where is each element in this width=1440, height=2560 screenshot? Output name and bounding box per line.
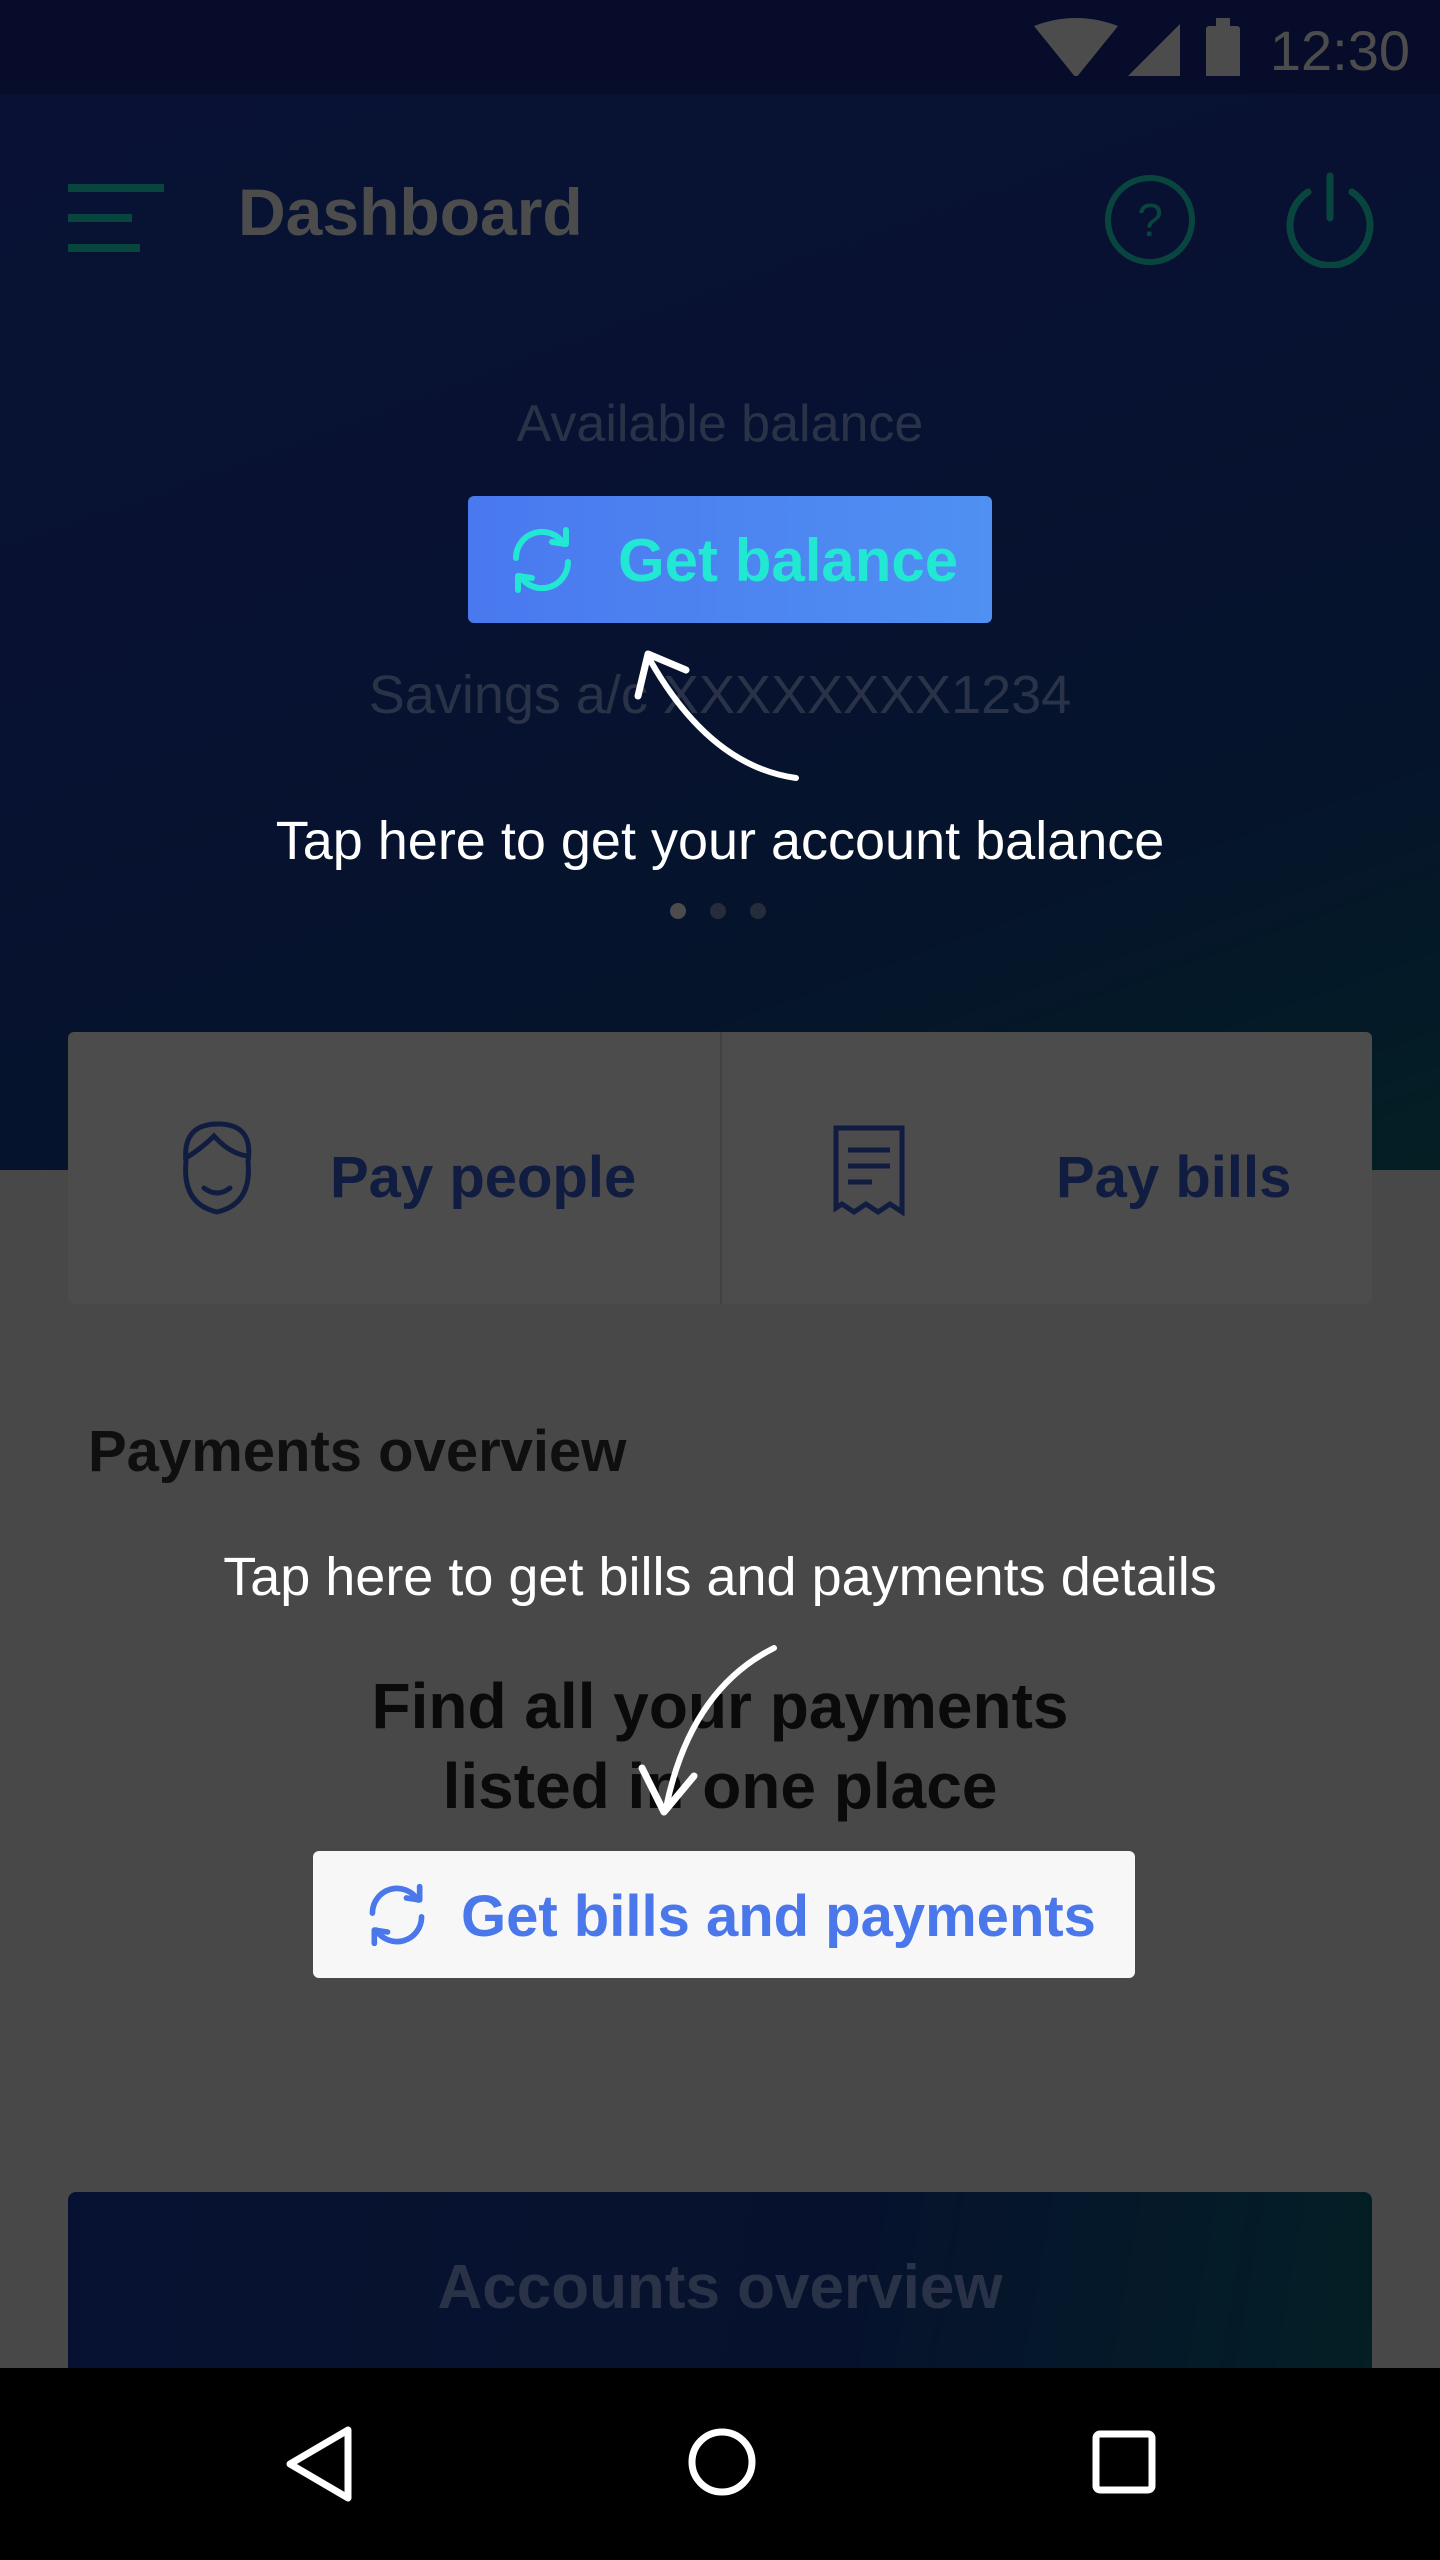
payments-overview-title: Payments overview: [88, 1419, 627, 1484]
svg-text:?: ?: [1137, 194, 1163, 246]
refresh-icon: [512, 527, 572, 593]
coachmark-arrow-up-icon: [634, 650, 799, 781]
battery-icon: [1206, 18, 1240, 76]
pager-dots: [670, 903, 780, 919]
get-balance-label: Get balance: [618, 527, 959, 594]
back-icon[interactable]: [282, 2424, 358, 2504]
available-balance-label: Available balance: [516, 395, 924, 453]
balance-coachmark-text: Tap here to get your account balance: [275, 811, 1165, 871]
pay-bills-button[interactable]: Pay bills: [722, 1032, 1372, 1304]
get-balance-button[interactable]: Get balance: [468, 496, 992, 623]
system-nav-bar: [0, 2368, 1440, 2560]
get-bills-and-payments-label: Get bills and payments: [461, 1884, 1096, 1949]
pay-people-button[interactable]: Pay people: [68, 1032, 720, 1304]
pay-bills-label: Pay bills: [1056, 1145, 1292, 1210]
status-bar: 12:30: [0, 0, 1440, 94]
screen: 12:30 Dashboard ? Available balance Savi…: [0, 0, 1440, 2560]
signal-icon: [1128, 24, 1180, 76]
pager-dot: [750, 903, 766, 919]
pager-dot-active: [670, 903, 686, 919]
recents-icon[interactable]: [1090, 2428, 1158, 2496]
status-icons: [1034, 18, 1240, 76]
payments-coachmark-text: Tap here to get bills and payments detai…: [223, 1547, 1217, 1607]
wifi-icon: [1034, 18, 1118, 76]
person-face-icon: [183, 1121, 252, 1215]
menu-icon[interactable]: [68, 180, 164, 256]
help-icon[interactable]: ?: [1104, 174, 1196, 266]
status-time: 12:30: [1269, 19, 1410, 82]
receipt-icon: [833, 1125, 905, 1217]
accounts-overview-title: Accounts overview: [437, 2253, 1003, 2322]
power-icon[interactable]: [1282, 172, 1378, 268]
page-title: Dashboard: [238, 175, 583, 249]
get-bills-and-payments-button[interactable]: Get bills and payments: [313, 1851, 1135, 1978]
home-icon[interactable]: [686, 2426, 758, 2498]
coachmark-arrow-down-icon: [638, 1645, 777, 1816]
refresh-icon: [369, 1883, 425, 1947]
quick-actions-card: Pay people Pay bills: [68, 1032, 1372, 1304]
pager-dot: [710, 903, 726, 919]
pay-people-label: Pay people: [330, 1145, 637, 1210]
